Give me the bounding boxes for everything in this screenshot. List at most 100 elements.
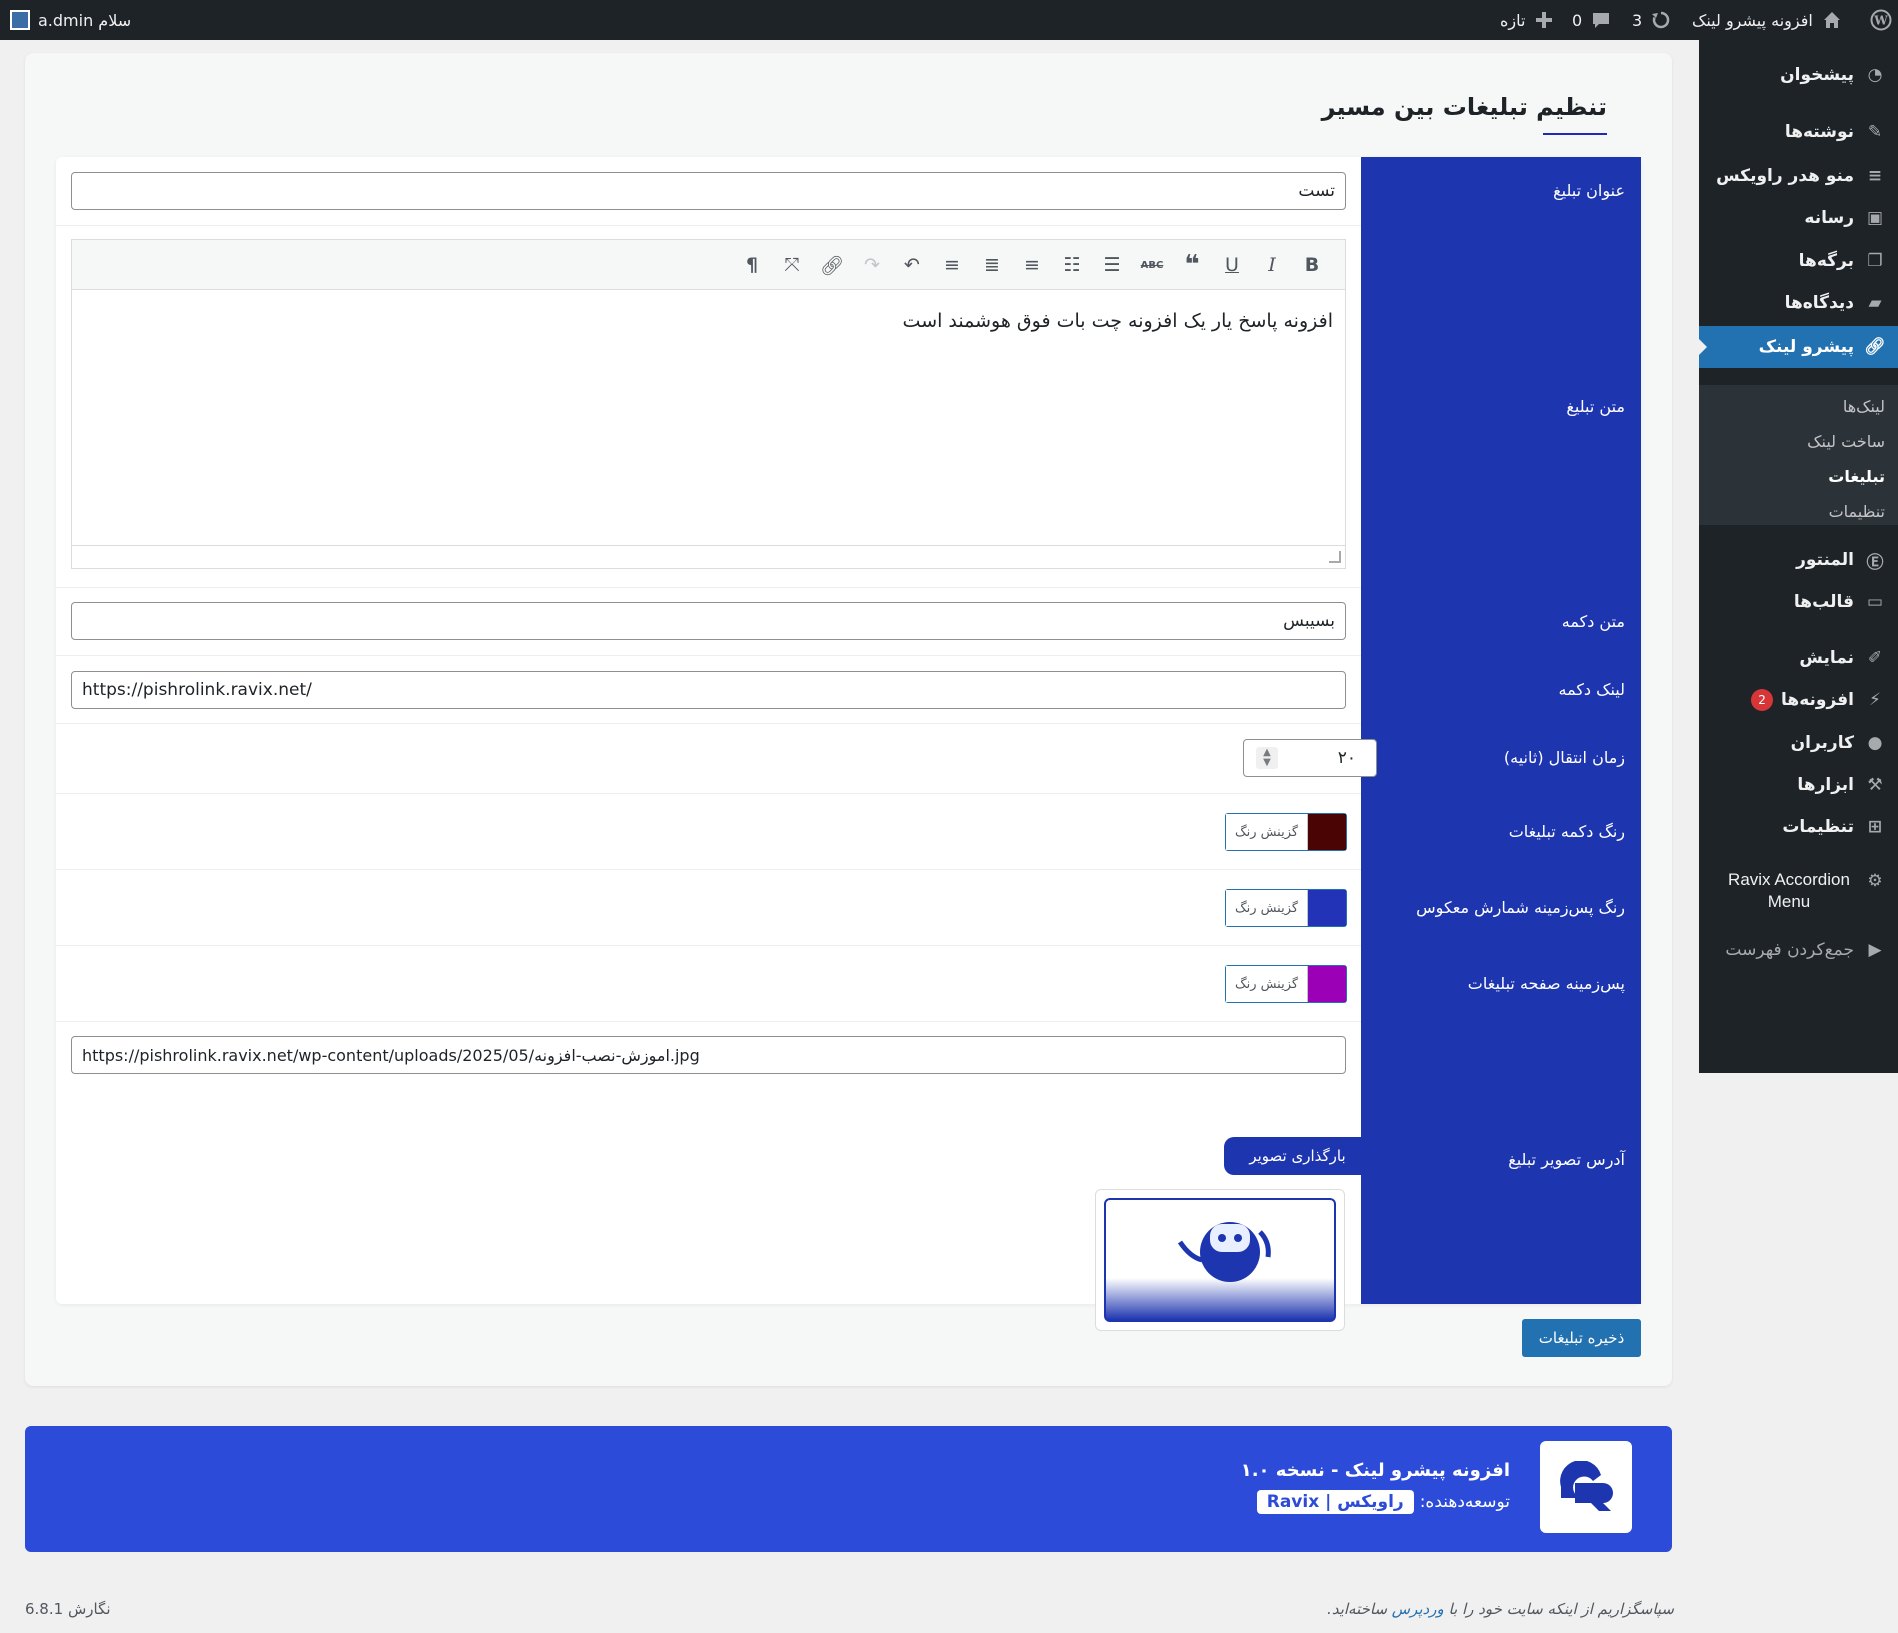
row-divider bbox=[56, 1021, 1361, 1022]
sidebar-item-pishro-link[interactable]: 🔗︎ پیشرو لینک bbox=[1698, 326, 1898, 368]
ad-text-label: متن تبلیغ bbox=[1566, 397, 1625, 416]
media-icon: ▣ bbox=[1866, 208, 1884, 228]
new-label: تازه bbox=[1500, 10, 1526, 30]
image-url-input[interactable]: https://pishrolink.ravix.net/wp-content/… bbox=[71, 1036, 1346, 1074]
bullet-list-icon[interactable]: ☰ bbox=[1099, 252, 1125, 278]
editor-statusbar bbox=[72, 545, 1345, 568]
greeting-label: سلام a.dmin bbox=[38, 10, 132, 30]
sidebar-item-label: پیشخوان bbox=[1780, 65, 1854, 85]
pick-color-label: گزینش رنگ bbox=[1226, 814, 1308, 850]
numbered-list-icon[interactable]: ☷ bbox=[1059, 252, 1085, 278]
transition-time-label: زمان انتقال (ثانیه) bbox=[1503, 748, 1625, 767]
sidebar-item-ravix-accordion-menu[interactable]: ⚙ Ravix Accordion Menu bbox=[1699, 866, 1898, 916]
sidebar-item-dashboard[interactable]: ◔ پیشخوان bbox=[1699, 58, 1898, 92]
transition-time-input[interactable]: ۲۰ ▲ ▼ bbox=[1243, 739, 1377, 777]
sidebar-item-label: قالب‌ها bbox=[1793, 592, 1854, 612]
ad-text-editor[interactable]: B I U ❝ ABC ☰ ☷ ≡ ≣ ≡ ↶ ↷ 🔗︎ ⤧ ¶ افزونه … bbox=[71, 239, 1346, 569]
wordpress-logo-icon[interactable]: W bbox=[1870, 0, 1892, 40]
row-divider bbox=[56, 793, 1361, 794]
sidebar-item-templates[interactable]: ▭ قالب‌ها bbox=[1699, 585, 1898, 619]
upload-image-button[interactable]: بارگذاری تصویر bbox=[1224, 1137, 1371, 1175]
sidebar-item-pages[interactable]: ❐ برگه‌ها bbox=[1699, 244, 1898, 278]
sidebar-item-label: دیدگاه‌ها bbox=[1784, 293, 1854, 313]
paragraph-direction-icon[interactable]: ¶ bbox=[739, 252, 765, 278]
align-center-icon[interactable]: ≣ bbox=[979, 252, 1005, 278]
update-icon bbox=[1652, 11, 1670, 29]
sidebar-item-label: ابزارها bbox=[1797, 775, 1854, 795]
site-name-link[interactable]: افزونه پیشرو لینک bbox=[1692, 0, 1843, 40]
comments-link[interactable]: 0 bbox=[1572, 0, 1612, 40]
title-underline bbox=[1543, 133, 1607, 135]
sidebar-item-elementor[interactable]: Ⓔ المنتور bbox=[1699, 543, 1898, 577]
banner-developer: توسعه‌دهنده: راویکس | Ravix bbox=[1256, 1490, 1510, 1514]
comments-icon: ▰ bbox=[1868, 293, 1882, 313]
updates-link[interactable]: 3 bbox=[1632, 0, 1672, 40]
countdown-bg-color-picker[interactable]: گزینش رنگ bbox=[1225, 889, 1347, 927]
sidebar-item-label: افزونه‌ها bbox=[1781, 690, 1854, 710]
number-spinner-icon[interactable]: ▲ ▼ bbox=[1256, 747, 1278, 769]
button-text-input[interactable]: بسیبس bbox=[71, 602, 1346, 640]
button-link-label: لینک دکمه bbox=[1558, 680, 1625, 699]
settings-icon: ⊞ bbox=[1867, 817, 1883, 837]
sidebar-item-media[interactable]: ▣ رسانه bbox=[1699, 201, 1898, 235]
plus-icon bbox=[1536, 12, 1553, 28]
my-account-link[interactable]: سلام a.dmin bbox=[10, 0, 131, 40]
admin-bar: W افزونه پیشرو لینک 3 0 تازه سلام a.dmin bbox=[0, 0, 1898, 40]
strikethrough-icon[interactable]: ABC bbox=[1139, 252, 1165, 278]
row-divider bbox=[56, 587, 1361, 588]
collapse-menu-button[interactable]: ▶ جمع‌کردن فهرست bbox=[1699, 933, 1898, 967]
site-name-label: افزونه پیشرو لینک bbox=[1692, 10, 1813, 30]
folder-icon: ▭ bbox=[1866, 592, 1884, 612]
sidebar-item-settings[interactable]: ⊞ تنظیمات bbox=[1699, 810, 1898, 844]
editor-content[interactable]: افزونه پاسخ یار یک افزونه چت بات فوق هوش… bbox=[903, 310, 1333, 332]
redo-icon[interactable]: ↷ bbox=[859, 252, 885, 278]
underline-icon[interactable]: U bbox=[1219, 252, 1245, 278]
updates-count: 3 bbox=[1632, 10, 1643, 30]
undo-icon[interactable]: ↶ bbox=[899, 252, 925, 278]
submenu-item-create-link[interactable]: ساخت لینک bbox=[1807, 432, 1885, 451]
save-ads-button[interactable]: ذخیره تبلیغات bbox=[1522, 1319, 1641, 1357]
comment-bubble-icon bbox=[1593, 13, 1610, 28]
footer-thanks: سپاسگزاریم از اینکه سایت خود را با وردپر… bbox=[1300, 1600, 1674, 1618]
italic-icon[interactable]: I bbox=[1259, 252, 1285, 278]
label-column: عنوان تبلیغ متن تبلیغ متن دکمه لینک دکمه… bbox=[1361, 157, 1641, 1304]
button-color-label: رنگ دکمه تبلیغات bbox=[1508, 822, 1625, 841]
sidebar-item-appearance[interactable]: ✐ نمایش bbox=[1699, 641, 1898, 675]
button-color-picker[interactable]: گزینش رنگ bbox=[1225, 813, 1347, 851]
sidebar-item-label: المنتور bbox=[1796, 550, 1854, 570]
ad-title-label: عنوان تبلیغ bbox=[1553, 181, 1625, 200]
submenu-item-ads[interactable]: تبلیغات bbox=[1828, 467, 1885, 486]
ad-settings-form: عنوان تبلیغ متن تبلیغ متن دکمه لینک دکمه… bbox=[56, 157, 1641, 1331]
sidebar-item-ravix-header-menu[interactable]: ≡ منو هدر راویکس bbox=[1699, 159, 1898, 193]
pin-icon: ✎ bbox=[1867, 122, 1883, 142]
new-content-link[interactable]: تازه bbox=[1500, 0, 1555, 40]
sidebar-item-posts[interactable]: ✎ نوشته‌ها bbox=[1699, 115, 1898, 149]
wordpress-link[interactable]: وردپرس bbox=[1392, 1600, 1444, 1618]
developer-name-tag[interactable]: راویکس | Ravix bbox=[1256, 1490, 1414, 1514]
editor-toolbar: B I U ❝ ABC ☰ ☷ ≡ ≣ ≡ ↶ ↷ 🔗︎ ⤧ ¶ bbox=[72, 240, 1345, 290]
settings-card: تنظیم تبلیغات بین مسیر عنوان تبلیغ متن ت… bbox=[25, 53, 1672, 1386]
page-bg-color-picker[interactable]: گزینش رنگ bbox=[1225, 965, 1347, 1003]
button-text-label: متن دکمه bbox=[1561, 612, 1625, 631]
button-link-input[interactable]: https://pishrolink.ravix.net/ bbox=[71, 671, 1346, 709]
align-right-icon[interactable]: ≡ bbox=[939, 252, 965, 278]
submenu-item-links[interactable]: لینک‌ها bbox=[1843, 397, 1885, 416]
sidebar-item-plugins[interactable]: ⚡︎ افزونه‌ها 2 bbox=[1699, 683, 1898, 717]
align-left-icon[interactable]: ≡ bbox=[1019, 252, 1045, 278]
elementor-icon: Ⓔ bbox=[1866, 552, 1884, 573]
sidebar-item-users[interactable]: ● کاربران bbox=[1699, 726, 1898, 760]
ad-title-input[interactable]: تست bbox=[71, 172, 1346, 210]
countdown-color-swatch bbox=[1308, 890, 1346, 926]
blockquote-icon[interactable]: ❝ bbox=[1179, 250, 1205, 280]
sidebar-item-label: نوشته‌ها bbox=[1784, 122, 1854, 142]
sidebar-item-comments[interactable]: ▰ دیدگاه‌ها bbox=[1699, 286, 1898, 320]
bold-icon[interactable]: B bbox=[1299, 252, 1325, 278]
insert-link-icon[interactable]: 🔗︎ bbox=[819, 252, 845, 278]
resize-handle-icon[interactable] bbox=[1329, 551, 1341, 563]
image-url-label: آدرس تصویر تبلیغ bbox=[1508, 1150, 1625, 1169]
submenu-item-settings[interactable]: تنظیمات bbox=[1829, 502, 1885, 521]
footer-thanks-suffix: ساخته‌اید. bbox=[1327, 1600, 1388, 1618]
home-icon bbox=[1823, 12, 1840, 28]
sidebar-item-tools[interactable]: ⚒ ابزارها bbox=[1699, 768, 1898, 802]
fullscreen-icon[interactable]: ⤧ bbox=[779, 252, 805, 278]
